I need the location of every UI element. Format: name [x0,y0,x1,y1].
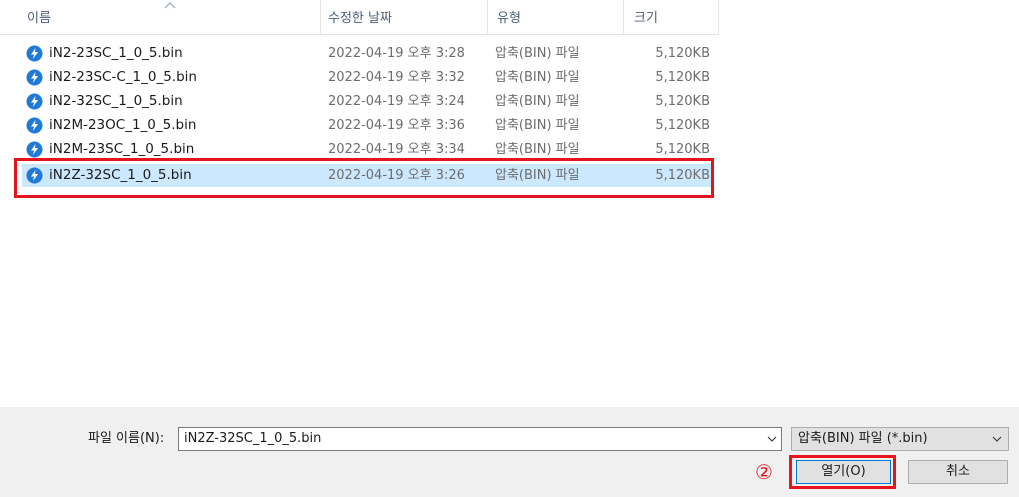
file-row[interactable]: iN2-32SC_1_0_5.bin 2022-04-19 오후 3:24 압축… [22,90,712,113]
cancel-button[interactable]: 취소 [908,460,1008,484]
file-type: 압축(BIN) 파일 [495,70,580,85]
bin-file-icon [26,69,43,86]
filename-input[interactable]: iN2Z-32SC_1_0_5.bin [178,427,782,451]
file-date: 2022-04-19 오후 3:32 [328,70,465,85]
bin-file-icon [26,141,43,158]
bin-file-icon [26,117,43,134]
file-type: 압축(BIN) 파일 [495,94,580,109]
filename-label: 파일 이름(N): [88,431,165,446]
file-row[interactable]: iN2M-23OC_1_0_5.bin 2022-04-19 오후 3:36 압… [22,114,712,137]
file-size: 5,120KB [655,94,710,109]
chevron-down-icon[interactable] [767,434,777,444]
file-name: iN2-23SC_1_0_5.bin [49,45,183,61]
filetype-value: 압축(BIN) 파일 (*.bin) [798,431,928,446]
column-divider[interactable] [718,0,719,34]
column-divider[interactable] [487,0,488,34]
file-type: 압축(BIN) 파일 [495,46,580,61]
file-date: 2022-04-19 오후 3:36 [328,118,465,133]
file-date: 2022-04-19 오후 3:24 [328,94,465,109]
column-type[interactable]: 유형 [497,0,521,34]
sort-ascending-icon [164,2,176,9]
column-divider[interactable] [623,0,624,34]
file-type: 압축(BIN) 파일 [495,118,580,133]
file-name: iN2-32SC_1_0_5.bin [49,93,183,109]
filetype-select[interactable]: 압축(BIN) 파일 (*.bin) [791,427,1009,451]
chevron-down-icon [992,436,1002,442]
column-header: 이름 수정한 날짜 유형 크기 [0,0,719,35]
open-button-highlight-box [789,455,896,489]
bin-file-icon [26,45,43,62]
file-row[interactable]: iN2-23SC_1_0_5.bin 2022-04-19 오후 3:28 압축… [22,42,712,65]
selection-highlight-box [14,158,714,198]
file-name: iN2M-23OC_1_0_5.bin [49,117,197,133]
file-name: iN2-23SC-C_1_0_5.bin [49,69,197,85]
filename-value: iN2Z-32SC_1_0_5.bin [184,431,322,446]
file-row[interactable]: iN2-23SC-C_1_0_5.bin 2022-04-19 오후 3:32 … [22,66,712,89]
step-marker: ② [755,460,773,484]
column-divider[interactable] [320,0,321,34]
file-size: 5,120KB [655,46,710,61]
bin-file-icon [26,93,43,110]
column-date[interactable]: 수정한 날짜 [328,0,392,34]
column-name[interactable]: 이름 [27,0,51,34]
file-date: 2022-04-19 오후 3:28 [328,46,465,61]
column-size[interactable]: 크기 [634,0,658,34]
file-size: 5,120KB [655,118,710,133]
file-size: 5,120KB [655,70,710,85]
